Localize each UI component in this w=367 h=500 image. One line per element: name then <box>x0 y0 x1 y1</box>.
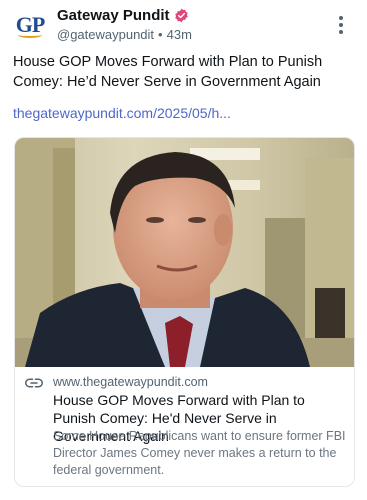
more-vertical-icon[interactable] <box>331 14 351 36</box>
meta-separator: • <box>158 27 163 42</box>
link-card[interactable]: www.thegatewaypundit.com House GOP Moves… <box>14 137 355 487</box>
link-icon <box>25 378 43 388</box>
name-row: Gateway Pundit <box>57 7 189 24</box>
card-domain: www.thegatewaypundit.com <box>53 375 208 389</box>
avatar[interactable]: GP <box>13 8 47 42</box>
post-link[interactable]: thegatewaypundit.com/2025/05/h... <box>13 105 231 121</box>
avatar-swoosh <box>18 32 42 38</box>
post-text: House GOP Moves Forward with Plan to Pun… <box>13 54 323 90</box>
handle[interactable]: @gatewaypundit <box>57 27 154 42</box>
more-dot <box>339 23 343 27</box>
display-name[interactable]: Gateway Pundit <box>57 7 170 24</box>
meta-row: @gatewaypundit • 43m <box>57 27 192 42</box>
card-description: Some House Republicans want to ensure fo… <box>53 429 346 477</box>
more-dot <box>339 16 343 20</box>
card-body: www.thegatewaypundit.com House GOP Moves… <box>15 367 354 486</box>
more-dot <box>339 30 343 34</box>
verified-badge-icon <box>174 8 188 23</box>
card-image <box>15 138 354 367</box>
post-header: GP Gateway Pundit @gatewaypundit • 43m <box>0 0 367 50</box>
timestamp[interactable]: 43m <box>167 27 192 42</box>
